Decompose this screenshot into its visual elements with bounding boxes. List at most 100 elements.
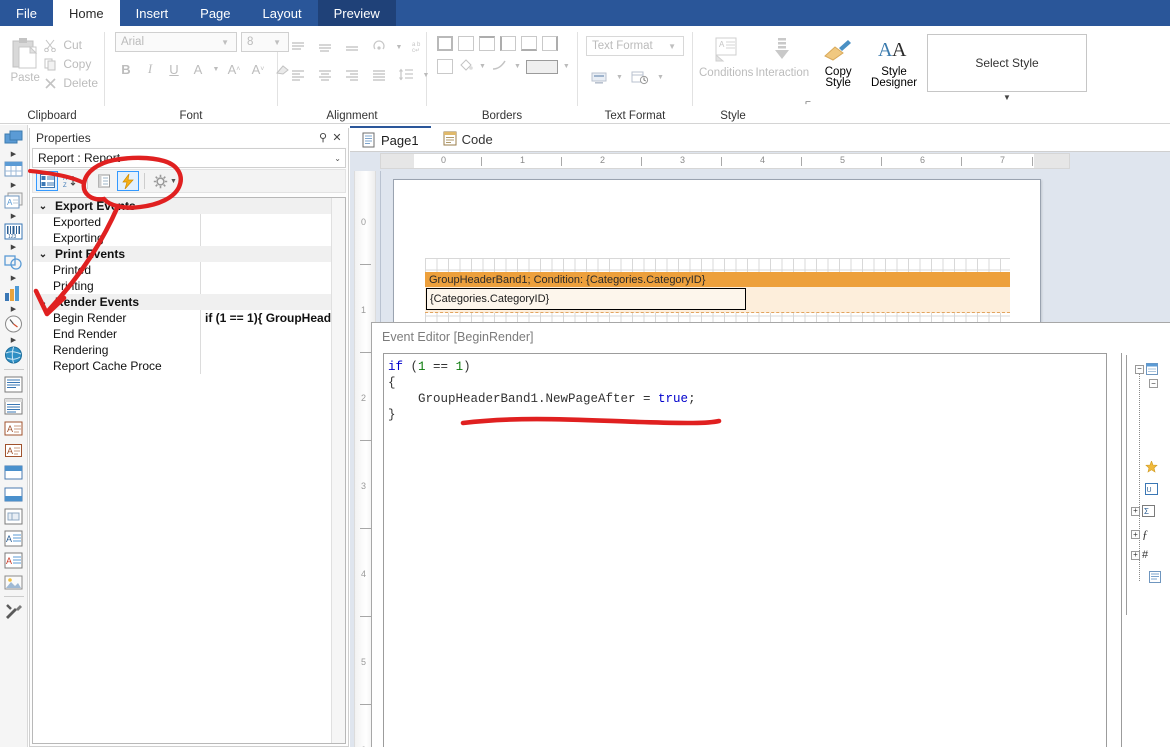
align-left-button[interactable] [286, 64, 310, 86]
border-right-button[interactable] [542, 36, 558, 51]
property-category-export-events[interactable]: ⌄ Export Events [33, 198, 345, 214]
border-fill-color-button[interactable] [458, 58, 474, 75]
tab-home[interactable]: Home [52, 0, 120, 26]
property-value[interactable] [201, 262, 345, 278]
property-category-print-events[interactable]: ⌄ Print Events [33, 246, 345, 262]
picture-icon[interactable] [2, 571, 26, 593]
property-value[interactable] [201, 230, 345, 246]
copy-button[interactable]: Copy [44, 57, 98, 71]
barcode-icon[interactable]: 123 [2, 220, 26, 242]
rich-text-icon[interactable] [2, 373, 26, 395]
dictionary-root-node[interactable]: − [1135, 363, 1158, 375]
currency-format-button[interactable] [586, 66, 612, 88]
collapse-icon[interactable]: − [1149, 379, 1158, 388]
property-value[interactable] [201, 326, 345, 342]
chevron-down-icon[interactable]: ▶ [2, 180, 26, 189]
text-component-categoryid-header[interactable]: {Categories.CategoryID} [426, 288, 746, 310]
event-editor-code-area[interactable]: if (1 == 1) { GroupHeaderBand1.NewPageAf… [383, 353, 1107, 747]
italic-button[interactable]: I [139, 58, 161, 80]
text-box-icon[interactable]: A [2, 417, 26, 439]
gear-icon[interactable]: ▼ [150, 171, 180, 191]
chevron-down-icon[interactable]: ▼ [211, 58, 221, 80]
alphabetical-sort-icon[interactable]: AZ [60, 171, 82, 191]
align-middle-button[interactable] [313, 36, 337, 58]
property-pages-icon[interactable] [93, 171, 115, 191]
business-objects-node[interactable]: U [1145, 483, 1158, 495]
categorized-view-icon[interactable] [36, 171, 58, 191]
close-icon[interactable]: ✕ [330, 131, 344, 144]
chevron-down-icon[interactable]: ▼ [657, 74, 664, 81]
select-style-dropdown-arrow[interactable]: ▼ [927, 93, 1087, 102]
border-outline-button[interactable] [437, 59, 453, 74]
tab-page[interactable]: Page [184, 0, 246, 26]
border-top-button[interactable] [479, 36, 495, 51]
border-none-button[interactable] [458, 36, 474, 51]
expand-icon[interactable]: + [1131, 530, 1140, 539]
chevron-down-icon[interactable]: ▶ [2, 273, 26, 282]
chevron-down-icon[interactable]: ⌄ [33, 297, 53, 308]
tab-file[interactable]: File [0, 0, 53, 26]
expand-icon[interactable]: + [1131, 506, 1140, 516]
chevron-down-icon[interactable]: ▶ [2, 242, 26, 251]
chevron-down-icon[interactable]: ▶ [2, 304, 26, 313]
conditions-button[interactable]: A Conditions [699, 32, 753, 102]
events-lightning-icon[interactable] [117, 171, 139, 191]
tab-preview[interactable]: Preview [317, 0, 396, 26]
align-center-button[interactable] [313, 64, 337, 86]
paste-button[interactable]: Paste [6, 32, 44, 84]
tab-page1[interactable]: Page1 [350, 126, 431, 152]
chevron-down-icon[interactable]: ▶ [2, 149, 26, 158]
tab-layout[interactable]: Layout [247, 0, 318, 26]
dictionary-child-node[interactable]: − [1149, 379, 1158, 388]
grow-font-button[interactable]: A ˄ [223, 58, 245, 80]
style-designer-button[interactable]: A A Style Designer [867, 32, 921, 102]
chevron-down-icon[interactable]: ▼ [563, 63, 570, 70]
date-format-button[interactable] [627, 66, 653, 88]
font-family-combo[interactable]: Arial ▼ [115, 32, 237, 52]
variables-node[interactable] [1145, 461, 1158, 473]
font-color-button[interactable]: A [187, 58, 209, 80]
tab-insert[interactable]: Insert [120, 0, 185, 26]
report-node[interactable] [1149, 571, 1161, 583]
bands-icon[interactable] [2, 127, 26, 149]
property-value[interactable] [201, 358, 345, 374]
gauge-icon[interactable] [2, 313, 26, 335]
zip-code-icon[interactable] [2, 505, 26, 527]
tab-code[interactable]: Code [431, 126, 505, 152]
properties-scrollbar[interactable] [331, 198, 345, 743]
check-box-icon[interactable]: A [2, 527, 26, 549]
tools-icon[interactable] [2, 600, 26, 622]
text-in-cells-icon[interactable]: A [2, 439, 26, 461]
bold-button[interactable]: B [115, 58, 137, 80]
totals-node[interactable]: + Σ [1131, 505, 1155, 517]
border-line-style-button[interactable] [491, 58, 509, 75]
chevron-down-icon[interactable]: ▼ [616, 74, 623, 81]
property-value[interactable]: if (1 == 1){ GroupHeader [201, 310, 345, 326]
text-icon[interactable] [2, 395, 26, 417]
underline-button[interactable]: U [163, 58, 185, 80]
chevron-down-icon[interactable]: ▶ [2, 211, 26, 220]
chevron-down-icon[interactable]: ▼ [394, 36, 404, 58]
border-left-button[interactable] [500, 36, 516, 51]
property-row-exporting[interactable]: Exporting [33, 230, 345, 246]
chart-icon[interactable] [2, 282, 26, 304]
property-row-printed[interactable]: Printed [33, 262, 345, 278]
shrink-font-button[interactable]: A ˅ [247, 58, 269, 80]
property-row-report-cache-processing[interactable]: Report Cache Proce [33, 358, 345, 374]
collapse-icon[interactable]: − [1135, 364, 1144, 374]
interaction-button[interactable]: Interaction [755, 32, 809, 102]
sub-report-icon[interactable] [2, 483, 26, 505]
align-justify-button[interactable] [367, 64, 391, 86]
border-all-button[interactable] [437, 36, 453, 51]
property-row-end-render[interactable]: End Render [33, 326, 345, 342]
chevron-down-icon[interactable]: ⌄ [33, 249, 53, 260]
delete-button[interactable]: Delete [44, 76, 98, 90]
map-icon[interactable] [2, 344, 26, 366]
cross-bands-icon[interactable] [2, 158, 26, 180]
copy-style-button[interactable]: Copy Style [811, 32, 865, 102]
property-row-exported[interactable]: Exported [33, 214, 345, 230]
chevron-down-icon[interactable]: ▼ [479, 63, 486, 70]
chevron-down-icon[interactable]: ▶ [2, 335, 26, 344]
align-right-button[interactable] [340, 64, 364, 86]
chevron-down-icon[interactable]: ⌄ [33, 201, 53, 212]
